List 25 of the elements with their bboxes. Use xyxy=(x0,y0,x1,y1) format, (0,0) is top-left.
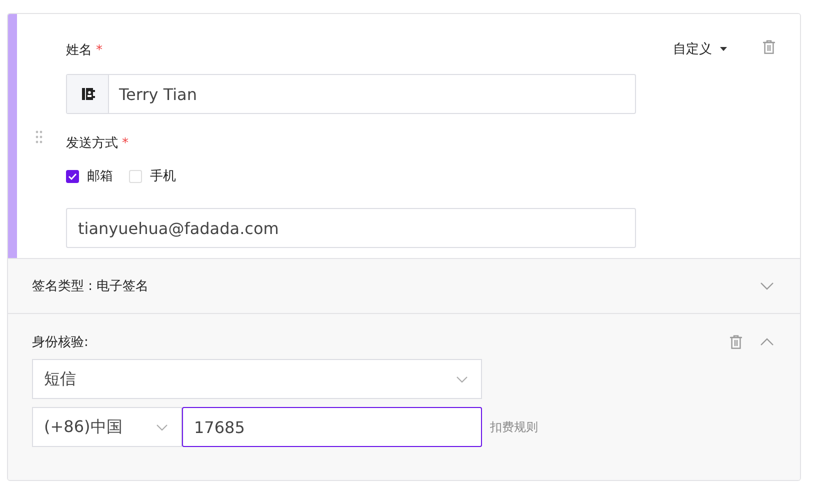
chevron-icon xyxy=(156,424,168,430)
type-dropdown[interactable]: 自定义 xyxy=(673,40,727,58)
chevron-icon[interactable] xyxy=(760,338,774,346)
country-select[interactable]: (+86)中国 xyxy=(32,407,182,447)
phone-field[interactable]: 17685 xyxy=(182,407,482,447)
verify-method-select[interactable]: 短信 xyxy=(32,359,482,399)
delete-icon[interactable] xyxy=(763,40,775,54)
checkbox[interactable] xyxy=(66,170,79,182)
field-label: 姓名 xyxy=(66,42,92,59)
chevron-icon[interactable] xyxy=(760,282,774,290)
delete-icon[interactable] xyxy=(730,335,742,349)
checkbox-label: 邮箱 xyxy=(87,168,113,185)
checkbox-label: 手机 xyxy=(150,168,176,185)
name-field[interactable]: Terry Tian xyxy=(66,74,636,114)
contact-book-icon xyxy=(80,87,94,101)
section-title: 身份核验: xyxy=(32,334,88,351)
drag-handle-icon[interactable] xyxy=(35,130,43,144)
check-icon xyxy=(68,172,77,180)
required-mark: * xyxy=(96,42,102,58)
email-field[interactable]: tianyuehua@fadada.com xyxy=(66,208,636,248)
chevron-icon xyxy=(456,376,468,382)
caret-icon xyxy=(720,47,727,51)
required-mark: * xyxy=(122,136,128,150)
field-label: 发送方式 xyxy=(66,135,118,152)
section-title: 签名类型 : 电子签名 xyxy=(32,278,149,295)
